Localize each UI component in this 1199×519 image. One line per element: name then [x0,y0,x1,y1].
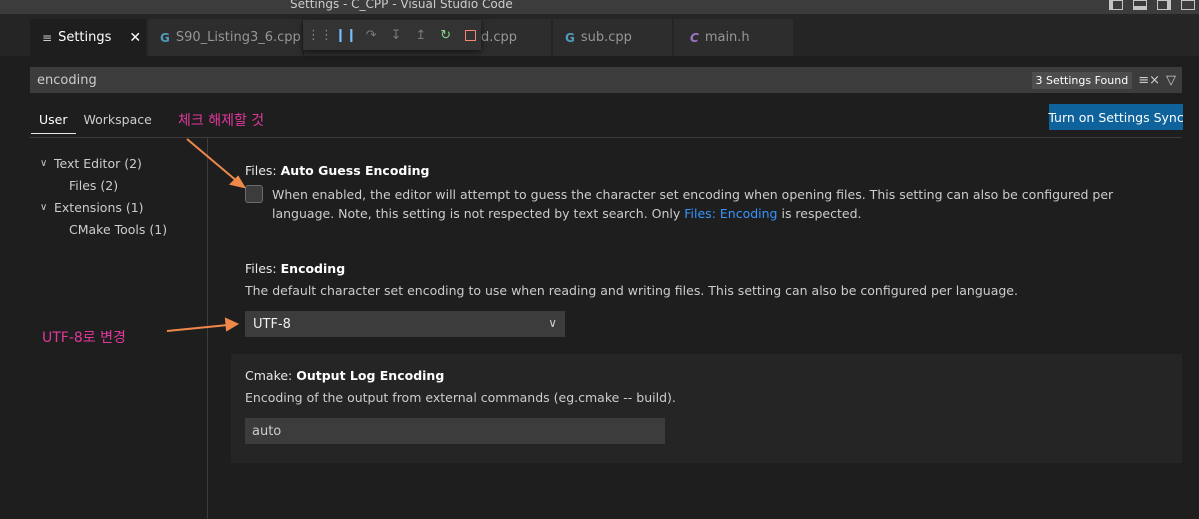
arrow-head [224,317,240,332]
annotation-arrows [166,138,247,332]
arrow-line [186,138,239,183]
arrow-line [166,324,229,332]
